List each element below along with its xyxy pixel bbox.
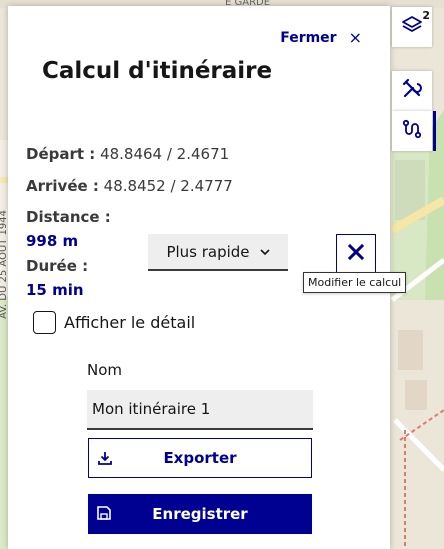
arrivee-value: 48.8452 / 2.4777 [103,177,233,195]
layers-button[interactable]: 2 [392,7,432,47]
depart-info: Départ : 48.8464 / 2.4671 [26,145,229,163]
save-label: Enregistrer [152,505,248,523]
modify-tooltip: Modifier le calcul [303,272,407,293]
distance-label: Distance : [26,208,111,226]
detail-checkbox-row[interactable]: Afficher le détail [33,311,195,334]
route-mode-value: Plus rapide [166,242,250,261]
name-label: Nom [87,361,123,379]
panel-title: Calcul d'itinéraire [42,58,273,84]
route-active-indicator [433,111,436,151]
tools-button[interactable] [392,71,432,111]
close-icon: × [348,28,362,47]
depart-label: Départ : [26,145,96,163]
duree-label: Durée : [26,257,89,275]
layers-count-badge: 2 [422,9,430,22]
route-mode-select[interactable]: Plus rapide [148,234,288,271]
duree-value: 15 min [26,281,84,299]
cross-icon [347,243,365,264]
close-button[interactable]: Fermer × [280,28,362,47]
arrivee-label: Arrivée : [26,177,99,195]
save-button[interactable]: Enregistrer [88,494,312,534]
name-input[interactable] [87,390,313,430]
distance-value: 998 m [26,232,79,250]
depart-value: 48.8464 / 2.4671 [100,145,230,163]
arrivee-info: Arrivée : 48.8452 / 2.4777 [26,177,233,195]
export-label: Exporter [163,449,237,467]
route-button[interactable] [392,111,432,151]
detail-checkbox-label: Afficher le détail [64,313,196,332]
tools-icon [401,78,423,104]
close-label: Fermer [280,29,337,46]
save-icon [96,505,112,521]
chevron-down-icon [259,245,270,259]
detail-checkbox[interactable] [33,311,56,334]
layers-icon [401,14,423,40]
export-button[interactable]: Exporter [88,438,312,478]
download-icon [97,450,113,466]
route-icon [401,118,423,144]
modify-calculation-button[interactable] [336,234,376,274]
